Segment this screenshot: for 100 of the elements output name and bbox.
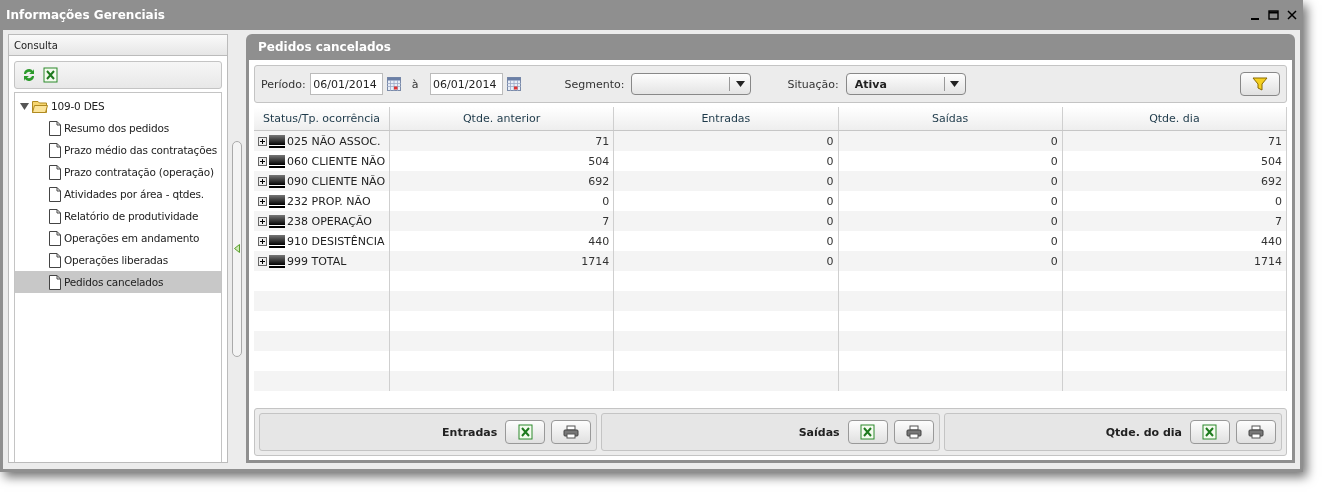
table-cell: 090 CLIENTE NÃO [287, 174, 386, 188]
expand-arrow-icon[interactable] [20, 101, 29, 111]
tree-item[interactable]: Atividades por área - qtdes. [15, 183, 221, 205]
column-header[interactable]: Qtde. anterior [390, 107, 615, 130]
expand-icon[interactable] [258, 196, 267, 206]
table-cell: 1714 [581, 254, 610, 268]
situation-label: Situação: [787, 77, 839, 91]
table-cell: 999 TOTAL [287, 254, 347, 268]
export-label: Qtde. do dia [1105, 425, 1182, 439]
table-cell: 025 NÃO ASSOC. [287, 134, 381, 148]
table-cell: 0 [1050, 134, 1058, 148]
tree-item[interactable]: Prazo médio das contratações [15, 139, 221, 161]
table-cell: 692 [1261, 174, 1282, 188]
print-button[interactable] [1236, 420, 1276, 444]
calendar-icon[interactable] [506, 77, 521, 91]
document-icon [49, 164, 61, 180]
period-label: Período: [261, 77, 306, 91]
table-cell: 0 [1050, 254, 1058, 268]
table-cell: 060 CLIENTE NÃO [287, 154, 386, 168]
status-block-icon [269, 134, 285, 148]
collapse-arrow-icon[interactable] [234, 244, 240, 253]
excel-export-button[interactable] [1190, 420, 1230, 444]
table-cell: 0 [1050, 154, 1058, 168]
table-cell: 692 [588, 174, 610, 188]
status-block-icon [269, 174, 285, 188]
table-cell: 71 [1268, 134, 1282, 148]
table-cell: 0 [1050, 194, 1058, 208]
table-cell: 1714 [1254, 254, 1282, 268]
table-cell: 910 DESISTÊNCIA [287, 234, 385, 248]
spreadsheet-icon [860, 424, 876, 440]
status-block-icon [269, 234, 285, 248]
document-icon [49, 120, 61, 136]
column-header[interactable]: Entradas [614, 107, 839, 130]
maximize-icon[interactable] [1268, 10, 1279, 20]
document-icon [49, 252, 61, 268]
table-cell: 0 [1050, 214, 1058, 228]
status-block-icon [269, 154, 285, 168]
filter-icon [1252, 76, 1268, 92]
excel-icon [43, 67, 58, 83]
printer-icon [1248, 425, 1264, 439]
table-cell: 238 OPERAÇÃO [287, 214, 372, 228]
tree-item[interactable]: Operações em andamento [15, 227, 221, 249]
tree-item[interactable]: Relatório de produtividade [15, 205, 221, 227]
panel-title: Consulta [14, 39, 58, 51]
table-cell: 0 [826, 134, 834, 148]
table-cell: 0 [1050, 234, 1058, 248]
table-cell: 440 [588, 234, 610, 248]
status-block-icon [269, 194, 285, 208]
table-cell: 440 [1261, 234, 1282, 248]
date-field[interactable]: 06/01/2014 [309, 73, 383, 95]
spreadsheet-icon [517, 424, 533, 440]
export-label: Saídas [798, 425, 840, 439]
splitter-handle[interactable] [232, 140, 242, 357]
filter-button[interactable] [1240, 72, 1280, 96]
table-cell: 7 [602, 214, 610, 228]
tree-item[interactable]: Resumo dos pedidos [15, 117, 221, 139]
tree-item[interactable]: Operações liberadas [15, 249, 221, 271]
expand-icon[interactable] [258, 176, 267, 186]
export-label: Entradas [442, 425, 498, 439]
tree-folder[interactable]: 109-0 DES [15, 95, 221, 117]
expand-icon[interactable] [258, 236, 267, 246]
dropdown-arrow-icon [950, 81, 960, 87]
expand-icon[interactable] [258, 156, 267, 166]
table-cell: 0 [1275, 194, 1282, 208]
table-cell: 0 [602, 194, 610, 208]
tree-item[interactable]: Prazo contratação (operação) [15, 161, 221, 183]
table-cell: 0 [1050, 174, 1058, 188]
column-header[interactable]: Qtde. dia [1062, 107, 1287, 130]
document-icon [49, 230, 61, 246]
expand-icon[interactable] [258, 256, 267, 266]
excel-export-button[interactable] [505, 420, 546, 444]
date-field[interactable]: 06/01/2014 [429, 73, 503, 95]
tree-item[interactable]: Pedidos cancelados [15, 271, 221, 293]
status-block-icon [269, 214, 285, 228]
table-cell: 504 [588, 154, 610, 168]
close-icon[interactable] [1287, 10, 1297, 20]
segment-dropdown[interactable] [631, 73, 752, 95]
status-block-icon [269, 254, 285, 268]
calendar-icon[interactable] [386, 77, 401, 91]
excel-export-button[interactable] [847, 420, 888, 444]
table-cell: 232 PROP. NÃO [287, 194, 371, 208]
table-cell: 0 [826, 154, 834, 168]
table-cell: 0 [826, 174, 834, 188]
situation-dropdown[interactable]: Ativa [845, 73, 966, 95]
panel-title: Pedidos cancelados [258, 40, 391, 54]
print-button[interactable] [893, 420, 934, 444]
column-header[interactable]: Status/Tp. ocorrência [254, 107, 390, 130]
print-button[interactable] [551, 420, 592, 444]
refresh-icon[interactable] [21, 67, 37, 83]
document-icon [49, 274, 61, 290]
column-header[interactable]: Saídas [838, 107, 1063, 130]
expand-icon[interactable] [258, 216, 267, 226]
table-cell: 0 [826, 194, 834, 208]
document-icon [49, 208, 61, 224]
table-cell: 0 [826, 214, 834, 228]
expand-icon[interactable] [258, 136, 267, 146]
window-title: Informações Gerenciais [6, 8, 165, 22]
printer-icon [905, 425, 922, 439]
document-icon [49, 186, 61, 202]
printer-icon [563, 425, 580, 439]
